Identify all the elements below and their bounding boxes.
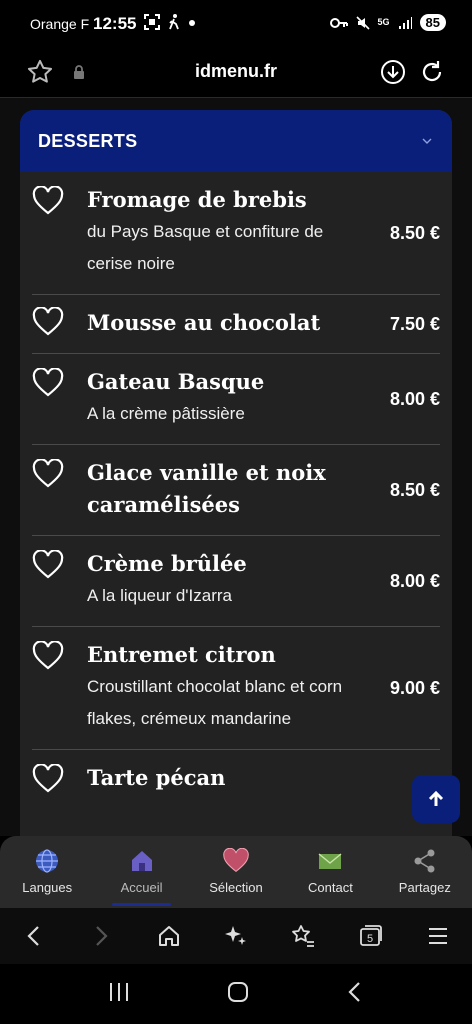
item-price: 8.50 € <box>389 479 440 500</box>
nav-partagez[interactable]: Partagez <box>378 836 472 908</box>
heart-icon[interactable] <box>32 549 64 580</box>
item-description: du Pays Basque et confiture de cerise no… <box>87 222 324 273</box>
battery-indicator: 85 <box>419 14 446 31</box>
item-price: 8.50 € <box>389 222 440 243</box>
nav-contact[interactable]: Contact <box>283 836 377 908</box>
circle-home-icon <box>227 981 248 1002</box>
nav-label: Accueil <box>120 880 163 895</box>
back-chevron-icon <box>348 981 360 1002</box>
item-price: 8.00 € <box>389 388 440 409</box>
item-name: Crème brûlée <box>87 551 247 576</box>
heart-icon[interactable] <box>32 185 64 216</box>
bookmarks-button[interactable] <box>283 916 323 956</box>
sparkle-icon <box>224 926 246 945</box>
item-name: Entremet citron <box>87 642 276 667</box>
arrow-up-icon <box>428 790 444 806</box>
scroll-top-button[interactable] <box>412 775 460 823</box>
download-icon[interactable] <box>379 58 407 86</box>
chevron-right-icon <box>96 926 108 946</box>
tabs-icon: 5 <box>359 925 382 946</box>
menu-item: Gateau Basque A la crème pâtissière 8.00… <box>32 354 440 445</box>
walking-icon <box>169 14 179 30</box>
envelope-icon <box>318 853 342 869</box>
menu-button[interactable] <box>418 916 458 956</box>
home-button[interactable] <box>149 916 189 956</box>
nav-label: Sélection <box>209 880 263 895</box>
nav-langues[interactable]: Langues <box>0 836 94 908</box>
house-icon <box>131 851 152 871</box>
system-navigation <box>0 964 472 1024</box>
menu-item: Entremet citron Croustillant chocolat bl… <box>32 627 440 750</box>
item-description: Croustillant chocolat blanc et corn flak… <box>87 677 343 728</box>
heart-icon <box>223 848 249 873</box>
item-name: Gateau Basque <box>87 369 265 394</box>
status-bar: Orange F 12:55 5G 85 <box>0 0 472 50</box>
ai-button[interactable] <box>216 916 256 956</box>
tabs-count: 5 <box>367 933 373 945</box>
share-icon <box>414 849 435 873</box>
heart-icon[interactable] <box>32 306 64 337</box>
item-name: Mousse au chocolat <box>87 310 321 335</box>
nav-accueil[interactable]: Accueil <box>94 836 188 908</box>
menu-item: Fromage de brebis du Pays Basque et conf… <box>32 172 440 295</box>
signal-icon <box>398 16 412 29</box>
back-button[interactable] <box>14 916 54 956</box>
heart-icon[interactable] <box>32 367 64 398</box>
home-system-button[interactable] <box>226 980 250 1009</box>
clock: 12:55 <box>93 14 137 33</box>
browser-toolbar: 5 <box>0 908 472 964</box>
menu-item: Glace vanille et noix caramélisées 8.50 … <box>32 445 440 536</box>
star-list-icon <box>292 925 315 947</box>
item-price: 7.50 € <box>389 313 440 334</box>
globe-icon <box>36 849 59 873</box>
menu-item: Crème brûlée A la liqueur d'Izarra 8.00 … <box>32 536 440 627</box>
forward-button[interactable] <box>81 916 121 956</box>
page-content: DESSERTS Fromage de brebis du Pays Basqu… <box>0 98 472 836</box>
reload-icon[interactable] <box>418 58 446 86</box>
bottom-navigation: Langues Accueil Sélection Contact Partag… <box>0 836 472 908</box>
carrier-label: Orange F <box>30 16 90 32</box>
item-price: 8.00 € <box>389 570 440 591</box>
network-label: 5G <box>377 17 390 27</box>
hamburger-icon <box>429 928 448 944</box>
screenshot-icon <box>144 14 160 30</box>
nav-label: Partagez <box>398 880 451 895</box>
recents-button[interactable] <box>107 981 131 1008</box>
item-description: A la crème pâtissière <box>87 404 245 423</box>
nav-label: Contact <box>308 880 353 895</box>
heart-icon[interactable] <box>32 458 64 489</box>
nav-selection[interactable]: Sélection <box>189 836 283 908</box>
home-icon <box>158 926 179 946</box>
item-name: Fromage de brebis <box>87 187 307 212</box>
desserts-section: DESSERTS Fromage de brebis du Pays Basqu… <box>20 110 452 836</box>
chevron-down-icon[interactable] <box>420 136 434 146</box>
menu-item: Mousse au chocolat 7.50 € <box>32 295 440 354</box>
tabs-button[interactable]: 5 <box>351 916 391 956</box>
item-name: Tarte pécan <box>87 765 226 790</box>
back-system-button[interactable] <box>345 980 365 1009</box>
nav-label: Langues <box>22 880 73 895</box>
url-bar: idmenu.fr <box>0 50 472 98</box>
chevron-left-icon <box>27 926 39 946</box>
section-header[interactable]: DESSERTS <box>20 110 452 172</box>
mute-icon <box>355 15 370 30</box>
item-name: Glace vanille et noix caramélisées <box>87 460 326 517</box>
heart-icon[interactable] <box>32 640 64 671</box>
dot-icon <box>189 20 195 26</box>
item-description: A la liqueur d'Izarra <box>87 586 232 605</box>
section-title: DESSERTS <box>38 130 138 151</box>
menu-item: Tarte pécan <box>32 750 440 808</box>
recents-icon <box>110 982 129 1001</box>
menu-list: Fromage de brebis du Pays Basque et conf… <box>20 172 452 808</box>
key-icon <box>329 17 348 28</box>
item-price: 9.00 € <box>389 677 440 698</box>
heart-icon[interactable] <box>32 763 64 794</box>
